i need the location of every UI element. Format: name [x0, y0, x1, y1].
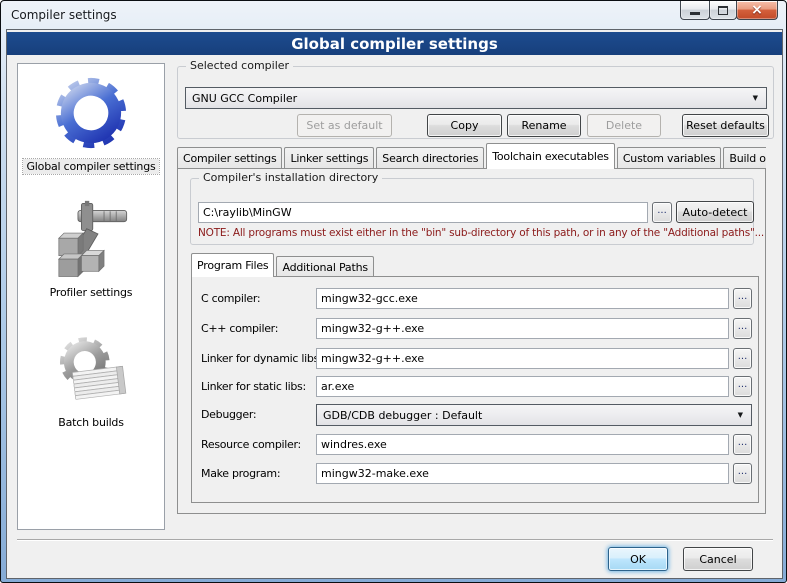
cpp-compiler-input[interactable] — [316, 318, 729, 339]
linker-dynamic-label: Linker for dynamic libs: — [201, 352, 322, 365]
linker-dynamic-input[interactable] — [316, 348, 729, 369]
compiler-select-value: GNU GCC Compiler — [192, 92, 297, 105]
installation-directory-browse-button[interactable]: ... — [652, 202, 672, 223]
tab-linker-settings[interactable]: Linker settings — [284, 147, 374, 169]
gear-stack-icon — [51, 332, 131, 410]
close-icon: × — [751, 3, 763, 17]
main-tabstrip: Compiler settings Linker settings Search… — [177, 143, 766, 169]
titlebar[interactable]: Compiler settings × — [2, 1, 785, 29]
sidebar-item-profiler-settings[interactable]: Profiler settings — [47, 200, 136, 300]
rename-button[interactable]: Rename — [507, 114, 581, 137]
page-title: Global compiler settings — [7, 32, 782, 55]
chevron-down-icon: ▼ — [738, 411, 745, 419]
sidebar-item-label: Global compiler settings — [23, 159, 158, 174]
minimize-icon — [690, 12, 700, 15]
subtab-additional-paths[interactable]: Additional Paths — [276, 256, 373, 277]
resource-compiler-input[interactable] — [316, 434, 729, 455]
program-files-tabstrip: Program Files Additional Paths — [191, 253, 751, 277]
linker-static-browse-button[interactable]: ... — [733, 376, 752, 397]
window-title: Compiler settings — [11, 8, 117, 22]
debugger-select[interactable]: GDB/CDB debugger : Default ▼ — [316, 404, 752, 426]
cancel-button[interactable]: Cancel — [683, 547, 753, 571]
maximize-button[interactable] — [709, 1, 737, 20]
c-compiler-browse-button[interactable]: ... — [733, 288, 752, 309]
make-program-label: Make program: — [201, 467, 280, 480]
c-compiler-label: C compiler: — [201, 292, 260, 305]
caliper-icon — [51, 200, 131, 280]
set-as-default-button[interactable]: Set as default — [297, 114, 392, 137]
sidebar-item-global-compiler-settings[interactable]: Global compiler settings — [23, 72, 158, 174]
installation-directory-group-label: Compiler's installation directory — [199, 171, 382, 184]
blue-gear-icon — [50, 72, 132, 154]
toolchain-executables-panel: Compiler's installation directory ... Au… — [177, 168, 766, 514]
ok-button[interactable]: OK — [608, 547, 668, 571]
make-program-browse-button[interactable]: ... — [733, 463, 752, 484]
tab-search-directories[interactable]: Search directories — [376, 147, 484, 169]
cpp-compiler-label: C++ compiler: — [201, 322, 278, 335]
delete-button[interactable]: Delete — [587, 114, 661, 137]
program-files-panel: C compiler: ... C++ compiler: ... Linker… — [191, 276, 759, 503]
close-button[interactable]: × — [736, 1, 778, 20]
minimize-button[interactable] — [680, 1, 710, 20]
selected-compiler-group-label: Selected compiler — [186, 59, 293, 72]
maximize-icon — [718, 6, 728, 15]
c-compiler-input[interactable] — [316, 288, 729, 309]
resource-compiler-label: Resource compiler: — [201, 438, 301, 451]
settings-sidebar: Global compiler settings — [17, 63, 165, 530]
caption-buttons: × — [681, 1, 778, 20]
make-program-input[interactable] — [316, 463, 729, 484]
sidebar-item-batch-builds[interactable]: Batch builds — [51, 332, 131, 430]
linker-static-input[interactable] — [316, 376, 729, 397]
cpp-compiler-browse-button[interactable]: ... — [733, 318, 752, 339]
subtab-program-files[interactable]: Program Files — [191, 253, 274, 277]
copy-button[interactable]: Copy — [427, 114, 502, 137]
compiler-settings-dialog: Compiler settings × Global compiler sett… — [0, 0, 787, 583]
resource-compiler-browse-button[interactable]: ... — [733, 434, 752, 455]
linker-dynamic-browse-button[interactable]: ... — [733, 348, 752, 369]
sidebar-item-label: Batch builds — [55, 415, 127, 430]
compiler-select[interactable]: GNU GCC Compiler ▼ — [185, 87, 767, 109]
debugger-select-value: GDB/CDB debugger : Default — [323, 409, 482, 422]
tab-custom-variables[interactable]: Custom variables — [617, 147, 722, 169]
debugger-label: Debugger: — [201, 408, 256, 421]
footer-divider — [17, 539, 773, 541]
installation-directory-input[interactable] — [198, 202, 648, 223]
sidebar-item-label: Profiler settings — [47, 285, 136, 300]
dialog-client-area: Global compiler settings — [6, 29, 783, 579]
linker-static-label: Linker for static libs: — [201, 380, 306, 393]
tab-toolchain-executables[interactable]: Toolchain executables — [486, 143, 615, 169]
auto-detect-button[interactable]: Auto-detect — [676, 201, 754, 223]
installation-note: NOTE: All programs must exist either in … — [198, 227, 764, 239]
reset-defaults-button[interactable]: Reset defaults — [682, 114, 769, 137]
tab-compiler-settings[interactable]: Compiler settings — [177, 147, 282, 169]
chevron-down-icon: ▼ — [753, 94, 760, 102]
tab-build-options[interactable]: Build options — [723, 147, 766, 169]
